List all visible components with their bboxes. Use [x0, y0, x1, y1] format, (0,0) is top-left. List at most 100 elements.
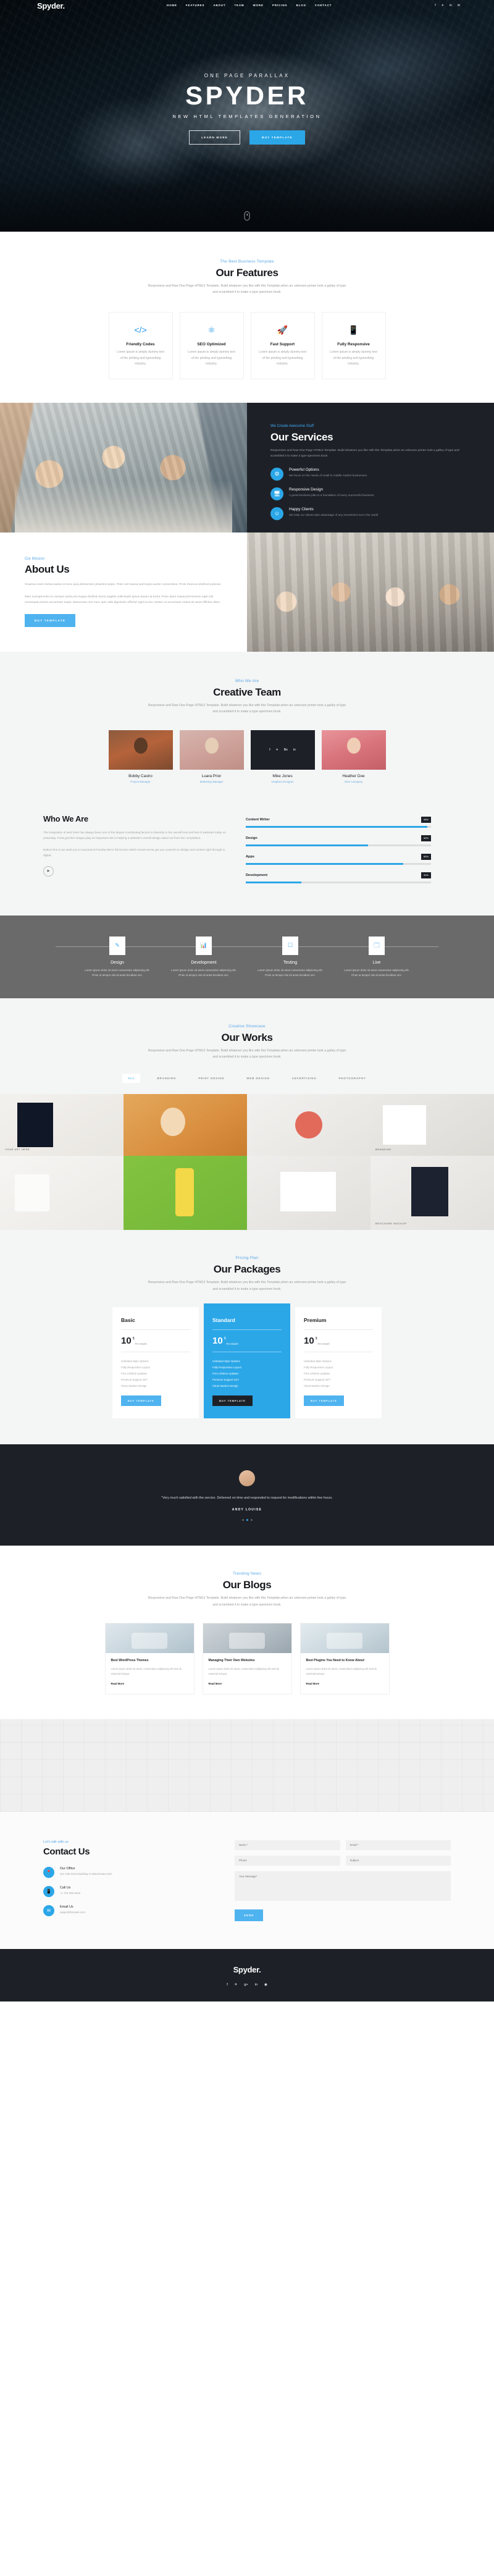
filter-branding[interactable]: BRANDING: [151, 1074, 182, 1083]
process-step[interactable]: ✎ Design Lorem ipsum dolor sit amet cons…: [74, 936, 161, 979]
linkedin-icon[interactable]: in: [293, 748, 296, 752]
features-description: Responsive and Raw One-Page HTML5 Templa…: [148, 284, 346, 295]
behance-icon[interactable]: Be: [284, 748, 288, 752]
scroll-down-indicator[interactable]: [244, 211, 250, 221]
read-more-link[interactable]: Read More: [111, 1682, 124, 1685]
message-field[interactable]: [235, 1871, 451, 1901]
work-tile[interactable]: [247, 1094, 371, 1156]
carousel-dot-active[interactable]: [246, 1519, 248, 1522]
plan-name: Standard: [212, 1317, 235, 1324]
feature-card[interactable]: ⚛ SEO Optimized Lorem ipsum is simply du…: [179, 311, 244, 380]
pricing-card-basic[interactable]: Basic 10 $ Per Month Unlimited Style Opt…: [112, 1307, 199, 1418]
work-tile[interactable]: [247, 1156, 371, 1231]
feature-card[interactable]: 📱 Fully Responsive Lorem ipsum is simply…: [321, 311, 386, 380]
blog-card[interactable]: Best WordPress Themes Lorem ipsum dolor …: [104, 1623, 195, 1694]
testimonial-section: "Very much satisfied with the service. D…: [0, 1444, 494, 1546]
nav-item-contact[interactable]: CONTACT: [315, 4, 332, 7]
learn-more-button[interactable]: LEARN MORE: [189, 130, 241, 145]
plan-feature: Premium Support 24/7: [212, 1378, 239, 1381]
filter-all[interactable]: ALL: [122, 1074, 141, 1084]
nav-item-team[interactable]: TEAM: [234, 4, 244, 7]
work-tile[interactable]: [0, 1156, 124, 1231]
pricing-card-standard[interactable]: Standard 10 $ Per Month Unlimited Style …: [204, 1303, 290, 1418]
work-tile[interactable]: [124, 1156, 247, 1231]
feature-card[interactable]: 🚀 Fast Support Lorem ipsum is simply dum…: [250, 311, 315, 380]
works-description: Responsive and Raw One-Page HTML5 Templa…: [148, 1048, 346, 1059]
skill-track: [246, 881, 431, 883]
plan-buy-button[interactable]: BUY TEMPLATE: [304, 1395, 344, 1406]
phone-field[interactable]: [235, 1855, 340, 1866]
filter-print-design[interactable]: PRINT DESIGN: [193, 1074, 230, 1083]
read-more-link[interactable]: Read More: [209, 1682, 222, 1685]
filter-advertising[interactable]: ADVERTISING: [287, 1074, 322, 1083]
work-tile[interactable]: YOUR ART HERE: [0, 1094, 124, 1156]
team-member-card[interactable]: Bobby Castro Project Manager: [108, 730, 173, 783]
nav-item-features[interactable]: FEATURES: [186, 4, 205, 7]
plan-feature: Unlimited Style Options: [304, 1360, 332, 1363]
carousel-dot[interactable]: [241, 1519, 244, 1522]
google-plus-icon[interactable]: g+: [244, 1983, 248, 1987]
blog-card[interactable]: Best Plugins You Need to Know About Lore…: [299, 1623, 390, 1694]
email-field[interactable]: [345, 1840, 451, 1850]
features-grid: </> Friendly Codes Lorem ipsum is simply…: [43, 311, 451, 380]
service-item[interactable]: 🖥 Responsive Design A great business pla…: [270, 487, 471, 500]
process-step-title: Testing: [283, 960, 298, 965]
nav-item-pricing[interactable]: PRICING: [272, 4, 288, 7]
linkedin-icon[interactable]: in: [450, 4, 452, 7]
play-icon[interactable]: ▶: [43, 865, 54, 877]
process-step[interactable]: 🗔 Live Lorem ipsum dolor sit amet consec…: [333, 936, 420, 979]
nav-item-blog[interactable]: BLOG: [296, 4, 306, 7]
nav-item-home[interactable]: HOME: [167, 4, 177, 7]
skill-label: Content Writer: [246, 817, 270, 822]
process-step[interactable]: 📊 Development Lorem ipsum dolor sit amet…: [161, 936, 247, 979]
team-member-card[interactable]: f ✈ Be in Mike Jones Graphics Designer: [250, 730, 315, 783]
process-step-text: Lorem ipsum dolor sit amet consectetur a…: [85, 968, 150, 977]
work-tile[interactable]: BRANDING: [371, 1094, 494, 1156]
process-step[interactable]: ☐ Testing Lorem ipsum dolor sit amet con…: [247, 936, 333, 979]
service-item[interactable]: ⚙ Powerful Options We focus on the needs…: [270, 467, 471, 481]
team-member-card[interactable]: Luara Prior Marketing Manager: [179, 730, 244, 783]
plan-buy-button[interactable]: BUY TEMPLATE: [121, 1395, 161, 1406]
feature-title: Friendly Codes: [126, 342, 155, 347]
hero-buttons: LEARN MORE BUY TEMPLATE: [0, 130, 494, 145]
read-more-link[interactable]: Read More: [306, 1682, 319, 1685]
nav-item-about[interactable]: ABOUT: [213, 4, 225, 7]
name-field[interactable]: [235, 1840, 340, 1850]
testimonial-author: ANDY LOUISE: [232, 1508, 262, 1512]
work-tile[interactable]: [124, 1094, 247, 1156]
team-member-photo: [108, 730, 173, 770]
linkedin-icon[interactable]: in: [255, 1983, 257, 1987]
about-photo: [247, 532, 494, 652]
map-embed[interactable]: [0, 1719, 494, 1812]
email-icon[interactable]: ✉: [458, 4, 460, 7]
team-social-overlay: f ✈ Be in: [250, 730, 315, 770]
nav-item-work[interactable]: WORK: [253, 4, 264, 7]
brand-logo[interactable]: Spyder.: [37, 1, 65, 11]
feature-card[interactable]: </> Friendly Codes Lorem ipsum is simply…: [108, 311, 173, 380]
facebook-icon[interactable]: f: [269, 748, 270, 752]
plan-amount: 10: [304, 1336, 314, 1347]
blog-card[interactable]: Managing Their Own Websites Lorem ipsum …: [202, 1623, 292, 1694]
facebook-icon[interactable]: f: [227, 1983, 228, 1987]
buy-template-button[interactable]: BUY TEMPLATE: [249, 130, 305, 145]
service-item[interactable]: ☺ Happy Clients We help our clients take…: [270, 507, 471, 520]
packages-title: Our Packages: [213, 1263, 281, 1276]
send-button[interactable]: SEND: [235, 1909, 264, 1921]
rss-icon[interactable]: ◉: [264, 1983, 267, 1987]
skill-track: [246, 862, 431, 865]
pricing-card-premium[interactable]: Premium 10 $ Per Month Unlimited Style O…: [295, 1307, 382, 1418]
twitter-icon[interactable]: ✈: [235, 1983, 238, 1987]
filter-photography[interactable]: PHOTOGRAPHY: [333, 1074, 372, 1083]
plan-buy-button[interactable]: BUY TEMPLATE: [212, 1395, 253, 1406]
footer-logo[interactable]: Spyder.: [0, 1965, 494, 1974]
work-tile-label: YOUR ART HERE: [5, 1148, 30, 1151]
mobile-icon: 📱: [43, 1885, 54, 1897]
team-member-card[interactable]: Heather Doe CEO Company: [321, 730, 386, 783]
carousel-dot[interactable]: [250, 1519, 253, 1522]
work-tile[interactable]: BROCHURE MOCKUP: [371, 1156, 494, 1231]
twitter-icon[interactable]: ✈: [442, 4, 444, 7]
twitter-icon[interactable]: ✈: [276, 748, 278, 752]
filter-web-design[interactable]: WEB DESIGN: [241, 1074, 275, 1083]
about-buy-template-button[interactable]: BUY TEMPLATE: [25, 613, 76, 627]
subject-field[interactable]: [345, 1855, 451, 1866]
